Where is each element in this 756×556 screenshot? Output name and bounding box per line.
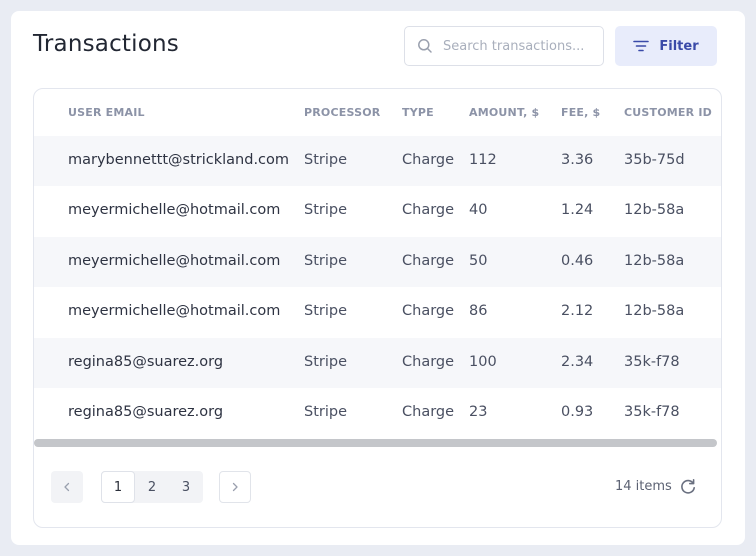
refresh-icon[interactable]	[679, 478, 697, 496]
table-row[interactable]: marybennettt@strickland.com Stripe Charg…	[34, 136, 721, 186]
cell-customer-id: 35k-f78	[624, 404, 680, 420]
search-box[interactable]	[404, 26, 604, 66]
cell-user-email: regina85@suarez.org	[68, 404, 224, 420]
page-numbers: 1 2 3	[101, 471, 203, 503]
cell-amount: 23	[469, 404, 488, 420]
cell-type: Charge	[402, 202, 455, 218]
cell-customer-id: 35b-75d	[624, 152, 685, 168]
cell-processor: Stripe	[304, 354, 348, 370]
cell-fee: 0.93	[561, 404, 594, 420]
cell-processor: Stripe	[304, 303, 348, 319]
cell-amount: 100	[469, 354, 497, 370]
transactions-card: Transactions Filter USER EMAIL PROCESSOR…	[11, 11, 745, 545]
table-header: USER EMAIL PROCESSOR TYPE AMOUNT, $ FEE,…	[34, 89, 721, 136]
cell-amount: 40	[469, 202, 488, 218]
table-row[interactable]: meyermichelle@hotmail.com Stripe Charge …	[34, 287, 721, 337]
table-row[interactable]: meyermichelle@hotmail.com Stripe Charge …	[34, 237, 721, 287]
cell-amount: 50	[469, 253, 488, 269]
cell-customer-id: 12b-58a	[624, 202, 685, 218]
search-input[interactable]	[443, 27, 598, 65]
page-button-3[interactable]: 3	[169, 471, 203, 503]
column-header-processor[interactable]: PROCESSOR	[304, 106, 380, 119]
cell-processor: Stripe	[304, 404, 348, 420]
next-page-button[interactable]	[219, 471, 251, 503]
chevron-left-icon	[64, 482, 70, 492]
previous-page-button[interactable]	[51, 471, 83, 503]
cell-processor: Stripe	[304, 202, 348, 218]
cell-customer-id: 12b-58a	[624, 303, 685, 319]
filter-icon	[633, 40, 650, 52]
cell-user-email: meyermichelle@hotmail.com	[68, 202, 281, 218]
column-header-fee[interactable]: FEE, $	[561, 106, 600, 119]
cell-user-email: meyermichelle@hotmail.com	[68, 303, 281, 319]
cell-customer-id: 35k-f78	[624, 354, 680, 370]
filter-label: Filter	[659, 38, 699, 54]
items-count: 14 items	[615, 479, 672, 494]
filter-button[interactable]: Filter	[615, 26, 717, 66]
cell-type: Charge	[402, 253, 455, 269]
table-row[interactable]: regina85@suarez.org Stripe Charge 23 0.9…	[34, 388, 721, 438]
cell-fee: 3.36	[561, 152, 594, 168]
cell-processor: Stripe	[304, 152, 348, 168]
page-button-1[interactable]: 1	[101, 471, 135, 503]
page-button-2[interactable]: 2	[135, 471, 169, 503]
column-header-type[interactable]: TYPE	[402, 106, 434, 119]
cell-type: Charge	[402, 303, 455, 319]
column-header-customer-id[interactable]: CUSTOMER ID	[624, 106, 712, 119]
table-row[interactable]: meyermichelle@hotmail.com Stripe Charge …	[34, 186, 721, 236]
cell-user-email: meyermichelle@hotmail.com	[68, 253, 281, 269]
cell-amount: 86	[469, 303, 488, 319]
cell-type: Charge	[402, 404, 455, 420]
cell-fee: 2.12	[561, 303, 594, 319]
search-icon	[418, 39, 432, 53]
transactions-table: USER EMAIL PROCESSOR TYPE AMOUNT, $ FEE,…	[33, 88, 722, 528]
chevron-right-icon	[232, 482, 238, 492]
page-title: Transactions	[33, 31, 179, 57]
table-row[interactable]: regina85@suarez.org Stripe Charge 100 2.…	[34, 338, 721, 388]
cell-type: Charge	[402, 152, 455, 168]
column-header-user-email[interactable]: USER EMAIL	[68, 106, 145, 119]
horizontal-scrollbar[interactable]	[34, 439, 717, 447]
cell-amount: 112	[469, 152, 497, 168]
column-header-amount[interactable]: AMOUNT, $	[469, 106, 539, 119]
cell-fee: 0.46	[561, 253, 594, 269]
cell-fee: 1.24	[561, 202, 594, 218]
cell-customer-id: 12b-58a	[624, 253, 685, 269]
cell-user-email: marybennettt@strickland.com	[68, 152, 290, 168]
cell-user-email: regina85@suarez.org	[68, 354, 224, 370]
cell-fee: 2.34	[561, 354, 594, 370]
cell-processor: Stripe	[304, 253, 348, 269]
cell-type: Charge	[402, 354, 455, 370]
